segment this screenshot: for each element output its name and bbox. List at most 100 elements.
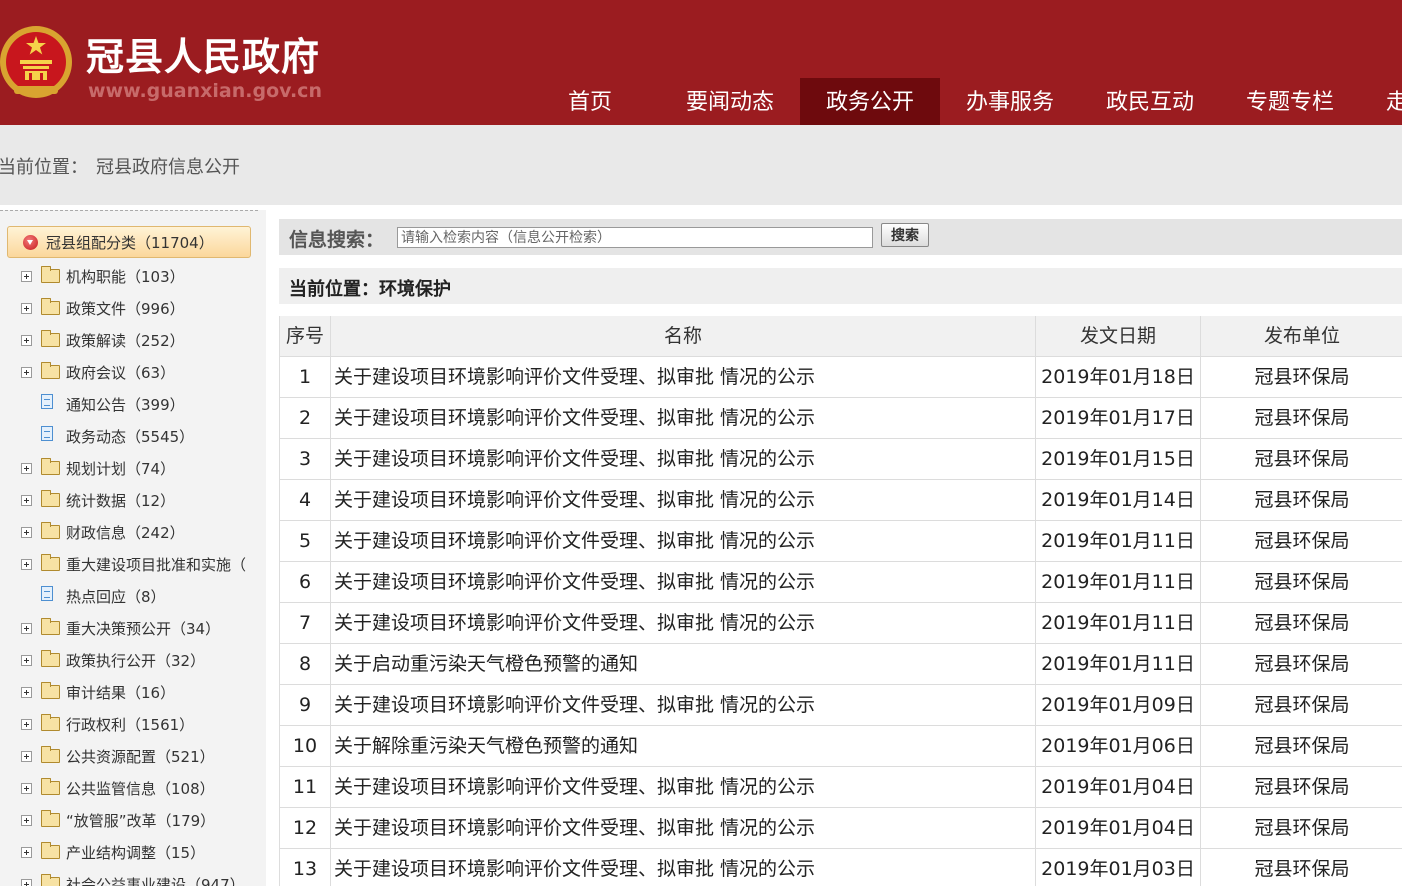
- expand-plus-icon[interactable]: [21, 879, 32, 886]
- sidebar-tree-item[interactable]: 热点回应（8）: [0, 583, 266, 613]
- site-title: 冠县人民政府: [86, 35, 321, 79]
- nav-item[interactable]: 政民互动: [1080, 78, 1220, 125]
- folder-icon: [41, 746, 60, 763]
- row-number: 11: [280, 767, 331, 808]
- folder-icon: [41, 842, 60, 859]
- publish-date: 2019年01月18日: [1036, 357, 1201, 398]
- document-title-link[interactable]: 关于建设项目环境影响评价文件受理、拟审批 情况的公示: [331, 603, 1036, 644]
- sidebar-item-label: 热点回应（8）: [66, 588, 166, 606]
- expand-plus-icon[interactable]: [21, 655, 32, 666]
- search-button[interactable]: 搜索: [881, 223, 929, 247]
- document-title-link[interactable]: 关于建设项目环境影响评价文件受理、拟审批 情况的公示: [331, 685, 1036, 726]
- document-title-link[interactable]: 关于建设项目环境影响评价文件受理、拟审批 情况的公示: [331, 849, 1036, 886]
- sidebar-item-label: 规划计划（74）: [66, 460, 176, 478]
- sidebar-tree-item[interactable]: 政策执行公开（32）: [0, 647, 266, 677]
- section-location-bar: 当前位置：环境保护: [279, 268, 1402, 304]
- row-number: 2: [280, 398, 331, 439]
- publisher-unit: 冠县环保局: [1254, 407, 1350, 429]
- document-title-link[interactable]: 关于启动重污染天气橙色预警的通知: [331, 644, 1036, 685]
- sidebar-tree-item[interactable]: 重大建设项目批准和实施（: [0, 551, 266, 581]
- sidebar-tree-item[interactable]: 重大决策预公开（34）: [0, 615, 266, 645]
- document-table: 序号 名称 发文日期 发布单位 1 关于建设项目环境影响评价文件受理、拟审批 情况…: [279, 316, 1402, 886]
- document-title-link[interactable]: 关于建设项目环境影响评价文件受理、拟审批 情况的公示: [331, 521, 1036, 562]
- national-emblem-icon: [0, 26, 72, 98]
- sidebar-tree-item[interactable]: 政务动态（5545）: [0, 423, 266, 453]
- publish-date: 2019年01月11日: [1036, 521, 1201, 562]
- sidebar-tree-item[interactable]: 统计数据（12）: [0, 487, 266, 517]
- expand-plus-icon[interactable]: [21, 463, 32, 474]
- search-input[interactable]: [397, 227, 873, 248]
- folder-icon: [41, 714, 60, 731]
- row-number: 6: [280, 562, 331, 603]
- table-row: 3 关于建设项目环境影响评价文件受理、拟审批 情况的公示 2019年01月15日 冠县…: [280, 439, 1402, 480]
- expand-plus-icon[interactable]: [21, 751, 32, 762]
- expand-plus-icon[interactable]: [21, 687, 32, 698]
- sidebar-tree-item[interactable]: 审计结果（16）: [0, 679, 266, 709]
- expand-plus-icon[interactable]: [21, 335, 32, 346]
- publisher-unit: 冠县环保局: [1254, 817, 1350, 839]
- expand-plus-icon[interactable]: [21, 783, 32, 794]
- expand-plus-icon[interactable]: [21, 495, 32, 506]
- sidebar-tree-item[interactable]: 公共监管信息（108）: [0, 775, 266, 805]
- publish-date: 2019年01月04日: [1036, 767, 1201, 808]
- main-nav: 首页要闻动态政务公开办事服务政民互动专题专栏走进冠县: [520, 78, 1402, 125]
- document-title-link[interactable]: 关于建设项目环境影响评价文件受理、拟审批 情况的公示: [331, 439, 1036, 480]
- sidebar-tree-item[interactable]: 财政信息（242）: [0, 519, 266, 549]
- site-header: 冠县人民政府 www.guanxian.gov.cn 首页 要闻动态 政务公开 办事服…: [0, 0, 1402, 125]
- sidebar-tree-item[interactable]: 行政权利（1561）: [0, 711, 266, 741]
- folder-icon: [41, 522, 60, 539]
- nav-item[interactable]: 首页: [520, 78, 660, 125]
- document-icon: [41, 394, 53, 409]
- search-bar: 信息搜索： 搜索: [279, 219, 1402, 255]
- expand-plus-icon[interactable]: [21, 527, 32, 538]
- expand-plus-icon[interactable]: [21, 559, 32, 570]
- expand-plus-icon[interactable]: [21, 271, 32, 282]
- folder-icon: [41, 330, 60, 347]
- table-row: 10 关于解除重污染天气橙色预警的通知 2019年01月06日 冠县环保局: [280, 726, 1402, 767]
- table-row: 12 关于建设项目环境影响评价文件受理、拟审批 情况的公示 2019年01月04日 冠…: [280, 808, 1402, 849]
- col-header-unit: 发布单位: [1263, 325, 1340, 347]
- document-title-link[interactable]: 关于建设项目环境影响评价文件受理、拟审批 情况的公示: [331, 767, 1036, 808]
- nav-item[interactable]: 专题专栏: [1220, 78, 1360, 125]
- sidebar-tree-item[interactable]: 机构职能（103）: [0, 263, 266, 293]
- sidebar-tree-item[interactable]: “放管服”改革（179）: [0, 807, 266, 837]
- table-row: 2 关于建设项目环境影响评价文件受理、拟审批 情况的公示 2019年01月17日 冠县…: [280, 398, 1402, 439]
- sidebar-tree-item[interactable]: 通知公告（399）: [0, 391, 266, 421]
- sidebar-item-label: 政务动态（5545）: [66, 428, 195, 446]
- document-title-link[interactable]: 关于建设项目环境影响评价文件受理、拟审批 情况的公示: [331, 562, 1036, 603]
- table-row: 9 关于建设项目环境影响评价文件受理、拟审批 情况的公示 2019年01月09日 冠县…: [280, 685, 1402, 726]
- expand-plus-icon[interactable]: [21, 815, 32, 826]
- expand-plus-icon[interactable]: [21, 367, 32, 378]
- document-title-link[interactable]: 关于建设项目环境影响评价文件受理、拟审批 情况的公示: [331, 808, 1036, 849]
- nav-item[interactable]: 办事服务: [940, 78, 1080, 125]
- row-number: 8: [280, 644, 331, 685]
- table-row: 8 关于启动重污染天气橙色预警的通知 2019年01月11日 冠县环保局: [280, 644, 1402, 685]
- document-title-link[interactable]: 关于建设项目环境影响评价文件受理、拟审批 情况的公示: [331, 398, 1036, 439]
- sidebar-tree-item[interactable]: 公共资源配置（521）: [0, 743, 266, 773]
- sidebar-tree-item[interactable]: 社会公益事业建设（947）: [0, 871, 266, 886]
- nav-item[interactable]: 走进冠县: [1360, 78, 1402, 125]
- document-title-link[interactable]: 关于解除重污染天气橙色预警的通知: [331, 726, 1036, 767]
- sidebar-tree-item[interactable]: 政策解读（252）: [0, 327, 266, 357]
- expand-plus-icon[interactable]: [21, 623, 32, 634]
- expand-plus-icon[interactable]: [21, 847, 32, 858]
- row-number: 1: [280, 357, 331, 398]
- folder-icon: [41, 362, 60, 379]
- expand-plus-icon[interactable]: [21, 719, 32, 730]
- nav-item[interactable]: 政务公开: [800, 78, 940, 125]
- sidebar-item-label: 公共监管信息（108）: [66, 780, 215, 798]
- collapse-circle-icon[interactable]: [23, 235, 38, 250]
- breadcrumb: 当前位置： 冠县政府信息公开: [0, 153, 240, 179]
- expand-plus-icon[interactable]: [21, 303, 32, 314]
- nav-item[interactable]: 要闻动态: [660, 78, 800, 125]
- sidebar-tree-item[interactable]: 产业结构调整（15）: [0, 839, 266, 869]
- sidebar-tree-item[interactable]: 政府会议（63）: [0, 359, 266, 389]
- breadcrumb-link[interactable]: 冠县政府信息公开: [96, 157, 240, 178]
- sidebar-tree-item[interactable]: 规划计划（74）: [0, 455, 266, 485]
- tree-root-item[interactable]: 冠县组配分类（11704）: [7, 226, 251, 258]
- document-title-link[interactable]: 关于建设项目环境影响评价文件受理、拟审批 情况的公示: [331, 357, 1036, 398]
- table-row: 1 关于建设项目环境影响评价文件受理、拟审批 情况的公示 2019年01月18日 冠县…: [280, 357, 1402, 398]
- col-header-date: 发文日期: [1036, 316, 1201, 357]
- document-title-link[interactable]: 关于建设项目环境影响评价文件受理、拟审批 情况的公示: [331, 480, 1036, 521]
- sidebar-tree-item[interactable]: 政策文件（996）: [0, 295, 266, 325]
